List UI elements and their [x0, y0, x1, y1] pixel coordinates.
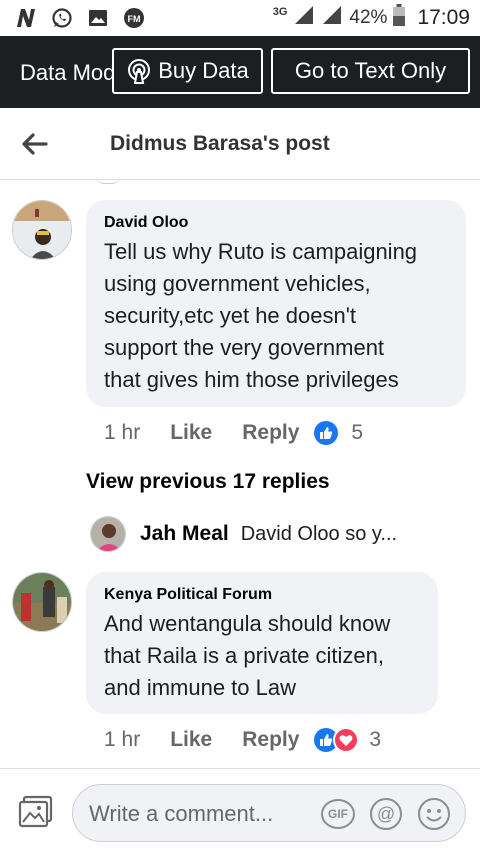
- comment-timestamp: 1 hr: [104, 421, 141, 444]
- signal-icon: [293, 4, 315, 32]
- mention-icon[interactable]: @: [369, 797, 403, 831]
- comment-line: that gives him those privileges: [104, 367, 399, 392]
- signal-icon-secondary: [321, 4, 343, 32]
- gallery-icon: [86, 6, 110, 30]
- data-mode-banner: Data Mode Buy Data Go to Text Only: [0, 36, 480, 108]
- buy-data-label: Buy Data: [158, 58, 249, 83]
- comment-bubble[interactable]: Kenya Political Forum And wentangula sho…: [86, 572, 438, 714]
- battery-percentage: 42%: [349, 7, 388, 28]
- buy-data-button[interactable]: Buy Data: [112, 48, 263, 94]
- comment-line: using government vehicles,: [104, 271, 371, 296]
- avatar[interactable]: [12, 200, 72, 260]
- network-type-label: 3G: [272, 6, 288, 18]
- avatar[interactable]: [12, 572, 72, 632]
- fm-radio-icon: FM: [122, 6, 146, 30]
- comment-actions: 1 hr Like Reply 5: [104, 420, 363, 446]
- broadcast-icon: [126, 58, 152, 84]
- svg-text:@: @: [377, 804, 395, 824]
- photo-icon[interactable]: [18, 795, 54, 829]
- battery-icon: [393, 4, 406, 32]
- comment-timestamp: 1 hr: [104, 728, 141, 751]
- scrolled-avatar-edge: [96, 176, 120, 184]
- n-logo-icon: [14, 6, 38, 30]
- reply-button[interactable]: Reply: [242, 421, 299, 445]
- comment-line: Tell us why Ruto is campaigning: [104, 239, 418, 264]
- comment-placeholder: Write a comment...: [89, 801, 274, 826]
- emoji-icon[interactable]: [417, 797, 451, 831]
- like-reaction-icon[interactable]: [313, 420, 339, 446]
- clock: 17:09: [417, 6, 470, 29]
- whatsapp-icon: [50, 6, 74, 30]
- comment-bubble[interactable]: David Oloo Tell us why Ruto is campaigni…: [86, 200, 466, 407]
- comment-line: And wentangula should know: [104, 611, 391, 636]
- svg-text:FM: FM: [128, 14, 141, 24]
- comment-composer: Write a comment... GIF @: [0, 768, 480, 854]
- like-button[interactable]: Like: [170, 421, 212, 445]
- comment-line: security,etc yet he doesn't: [104, 303, 357, 328]
- comment-actions: 1 hr Like Reply 3: [104, 727, 381, 753]
- reply-button[interactable]: Reply: [242, 728, 299, 752]
- reaction-count[interactable]: 5: [351, 421, 363, 445]
- gif-icon[interactable]: GIF: [321, 799, 355, 829]
- comment-line: support the very government: [104, 335, 385, 360]
- comment-author[interactable]: David Oloo: [104, 214, 188, 232]
- avatar[interactable]: [90, 516, 126, 552]
- comment-text: Tell us why Ruto is campaigning using go…: [104, 236, 417, 396]
- comment-author[interactable]: Kenya Political Forum: [104, 586, 272, 604]
- like-button[interactable]: Like: [170, 728, 212, 752]
- reply-snippet: David Oloo so y...: [240, 522, 398, 545]
- reply-author[interactable]: Jah Meal: [140, 522, 229, 546]
- comment-input[interactable]: Write a comment... GIF @: [72, 784, 466, 842]
- text-only-button[interactable]: Go to Text Only: [271, 48, 470, 94]
- comment-line: and immune to Law: [104, 675, 296, 700]
- post-header: Didmus Barasa's post: [0, 108, 480, 180]
- page-title: Didmus Barasa's post: [110, 132, 330, 155]
- arrow-left-icon[interactable]: [20, 130, 50, 158]
- like-love-reaction-icons[interactable]: [313, 727, 361, 753]
- reply-preview[interactable]: Jah Meal David Oloo so y...: [90, 516, 397, 552]
- view-previous-replies-link[interactable]: View previous 17 replies: [86, 470, 330, 494]
- data-mode-label: Data Mode: [20, 60, 112, 85]
- comment-line: that Raila is a private citizen,: [104, 643, 385, 668]
- text-only-label: Go to Text Only: [294, 58, 447, 83]
- comment-text: And wentangula should know that Raila is…: [104, 608, 390, 704]
- status-bar: FM 3G 42% 17:09: [0, 0, 480, 36]
- reaction-count[interactable]: 3: [369, 728, 381, 752]
